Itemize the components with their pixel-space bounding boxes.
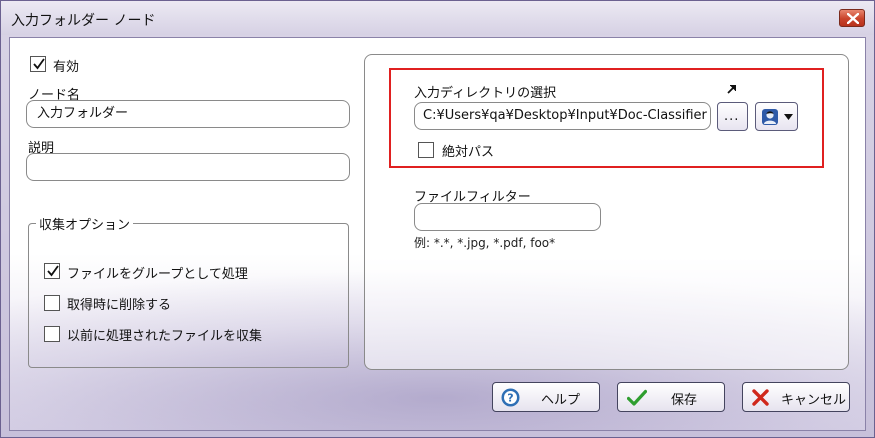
absolute-path-checkbox[interactable] [418,142,434,158]
user-icon [762,109,778,125]
user-dropdown-button[interactable] [755,102,798,131]
check-icon [627,389,647,406]
input-directory-field[interactable]: C:¥Users¥qa¥Desktop¥Input¥Doc-Classifier [414,102,711,130]
collect-processed-checkbox[interactable] [44,326,60,342]
cancel-button-label: キャンセル [781,393,847,408]
browse-button[interactable]: ... [717,102,748,131]
enabled-checkbox[interactable] [30,56,46,72]
delete-on-fetch-checkbox[interactable] [44,295,60,311]
close-icon [847,13,859,24]
svg-text:?: ? [507,392,513,405]
description-input[interactable] [26,153,350,181]
checkmark-icon [33,58,45,70]
open-external-icon[interactable] [726,83,738,95]
help-button[interactable]: ? ヘルプ [492,382,600,412]
input-directory-label: 入力ディレクトリの選択 [414,86,557,101]
file-filter-hint: 例: *.*, *.jpg, *.pdf, foo* [414,236,556,250]
chevron-down-icon [784,114,793,120]
file-filter-input[interactable] [414,203,601,231]
window-title: 入力フォルダー ノード [11,13,156,29]
help-icon: ? [501,388,520,407]
checkmark-icon [47,265,59,277]
group-files-label: ファイルをグループとして処理 [67,267,248,282]
save-button-label: 保存 [671,393,698,408]
collect-processed-label: 以前に処理されたファイルを収集 [67,329,263,344]
save-button[interactable]: 保存 [617,382,725,412]
close-button[interactable] [839,9,865,27]
delete-on-fetch-label: 取得時に削除する [67,298,172,313]
node-name-input[interactable]: 入力フォルダー [26,100,350,128]
cancel-x-icon [752,389,769,406]
cancel-button[interactable]: キャンセル [742,382,850,412]
title-bar: 入力フォルダー ノード [1,1,874,35]
enabled-label: 有効 [53,60,80,75]
absolute-path-label: 絶対パス [442,145,495,160]
browse-button-label: ... [724,109,740,124]
collection-options-title: 収集オプション [36,214,134,233]
group-files-checkbox[interactable] [44,263,60,279]
help-button-label: ヘルプ [541,393,581,408]
